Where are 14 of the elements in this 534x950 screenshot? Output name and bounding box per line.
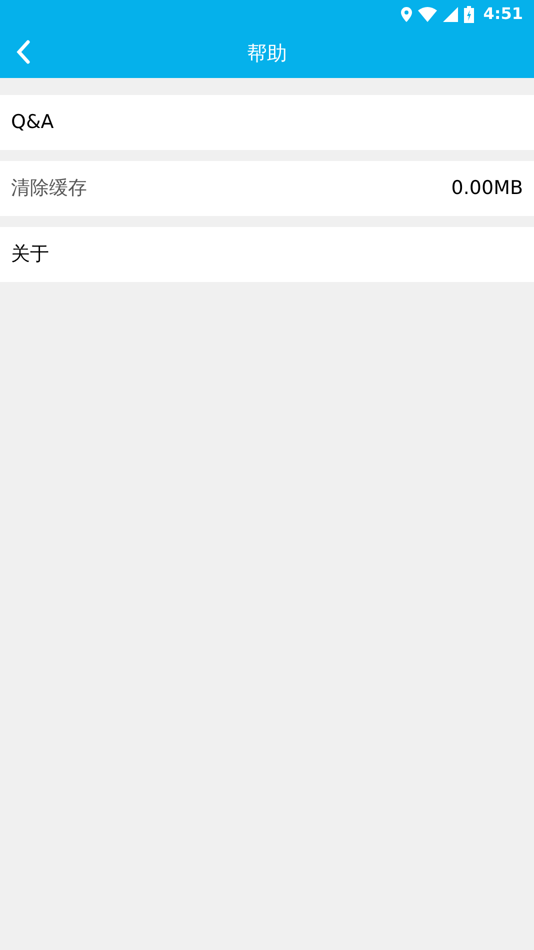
settings-row[interactable]: 清除缓存 0.00MB xyxy=(0,161,534,216)
location-icon xyxy=(401,6,412,22)
status-time: 4:51 xyxy=(483,3,523,25)
wifi-icon xyxy=(418,6,438,22)
page-title: 帮助 xyxy=(247,40,287,67)
row-label: Q&A xyxy=(11,110,54,136)
row-label: 清除缓存 xyxy=(11,176,87,202)
settings-row[interactable]: Q&A xyxy=(0,95,534,150)
back-icon xyxy=(16,40,30,64)
row-label: 关于 xyxy=(11,242,49,268)
row-value: 0.00MB xyxy=(451,176,523,202)
signal-icon xyxy=(443,6,458,22)
settings-row[interactable]: 关于 xyxy=(0,227,534,282)
battery-icon xyxy=(464,6,474,22)
